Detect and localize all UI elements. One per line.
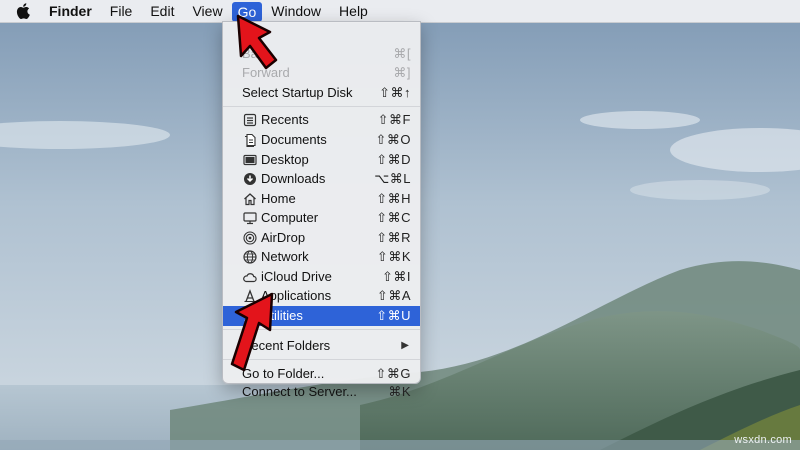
watermark-text: wsxdn.com (734, 434, 792, 446)
menu-item-label: Home (261, 191, 296, 207)
menu-item-computer[interactable]: Computer ⇧⌘C (223, 208, 420, 228)
submenu-arrow-icon: ▶ (401, 340, 409, 352)
menu-item-label: iCloud Drive (261, 269, 332, 285)
apple-menu-icon[interactable] (0, 0, 40, 22)
downloads-icon (242, 171, 257, 186)
menu-item-label: Downloads (261, 171, 326, 187)
menu-view[interactable]: View (183, 0, 231, 22)
menu-item-label: Documents (261, 132, 327, 148)
menu-item-shortcut: ⇧⌘H (376, 190, 411, 206)
menu-separator (223, 106, 420, 107)
home-icon (242, 191, 257, 206)
menu-item-downloads[interactable]: Downloads ⌥⌘L (223, 169, 420, 189)
menu-item-shortcut: ⇧⌘A (376, 287, 411, 303)
menu-item-icloud-drive[interactable]: iCloud Drive ⇧⌘I (223, 267, 420, 287)
airdrop-icon (242, 230, 257, 245)
menu-item-label: Select Startup Disk (242, 85, 353, 101)
menu-item-recents[interactable]: Recents ⇧⌘F (223, 110, 420, 130)
menu-item-shortcut: ⇧⌘C (376, 209, 411, 225)
network-icon (242, 249, 257, 264)
menu-item-shortcut: ⇧⌘I (381, 268, 411, 284)
documents-icon (242, 132, 257, 147)
menu-item-label: AirDrop (261, 230, 306, 246)
menu-item-shortcut: ⇧⌘G (375, 365, 411, 381)
computer-icon (242, 210, 257, 225)
menu-edit[interactable]: Edit (141, 0, 183, 22)
red-arrow-pointing-go-menu-icon (236, 14, 278, 70)
menu-item-label: Desktop (261, 152, 309, 168)
menu-file[interactable]: File (101, 0, 142, 22)
menu-item-label: Computer (261, 210, 319, 226)
menu-item-shortcut: ⇧⌘O (375, 131, 411, 147)
menu-item-documents[interactable]: Documents ⇧⌘O (223, 130, 420, 150)
menu-item-label: Connect to Server... (242, 384, 357, 400)
menu-item-shortcut: ⇧⌘R (376, 229, 411, 245)
desktop-icon (242, 152, 257, 167)
menu-item-home[interactable]: Home ⇧⌘H (223, 189, 420, 209)
menu-item-shortcut: ⌘] (393, 64, 411, 80)
menu-item-shortcut: ⇧⌘↑ (379, 84, 411, 100)
menu-item-shortcut: ⇧⌘D (376, 151, 411, 167)
menu-item-label: Network (261, 249, 309, 265)
menu-bar: Finder File Edit View Go Window Help (0, 0, 800, 23)
menu-item-shortcut: ⇧⌘U (376, 307, 411, 323)
menu-item-select-startup-disk[interactable]: Select Startup Disk ⇧⌘↑ (223, 83, 420, 103)
recents-icon (242, 112, 257, 127)
menu-item-shortcut: ⇧⌘K (376, 248, 411, 264)
menu-item-label: Recents (261, 112, 309, 128)
menu-help[interactable]: Help (330, 0, 377, 22)
menu-item-shortcut: ⌘[ (393, 45, 411, 61)
menu-item-shortcut: ⌘K (388, 383, 411, 399)
menu-item-shortcut: ⇧⌘F (377, 111, 411, 127)
menu-item-shortcut: ⌥⌘L (374, 170, 411, 186)
red-arrow-pointing-utilities-icon (230, 292, 274, 372)
icloud-icon (242, 269, 257, 284)
menu-item-network[interactable]: Network ⇧⌘K (223, 247, 420, 267)
menu-item-desktop[interactable]: Desktop ⇧⌘D (223, 150, 420, 170)
menu-finder[interactable]: Finder (40, 0, 101, 22)
menu-item-airdrop[interactable]: AirDrop ⇧⌘R (223, 228, 420, 248)
menu-item-connect-to-server[interactable]: Connect to Server... ⌘K (223, 382, 420, 402)
apple-logo-icon (16, 3, 30, 19)
